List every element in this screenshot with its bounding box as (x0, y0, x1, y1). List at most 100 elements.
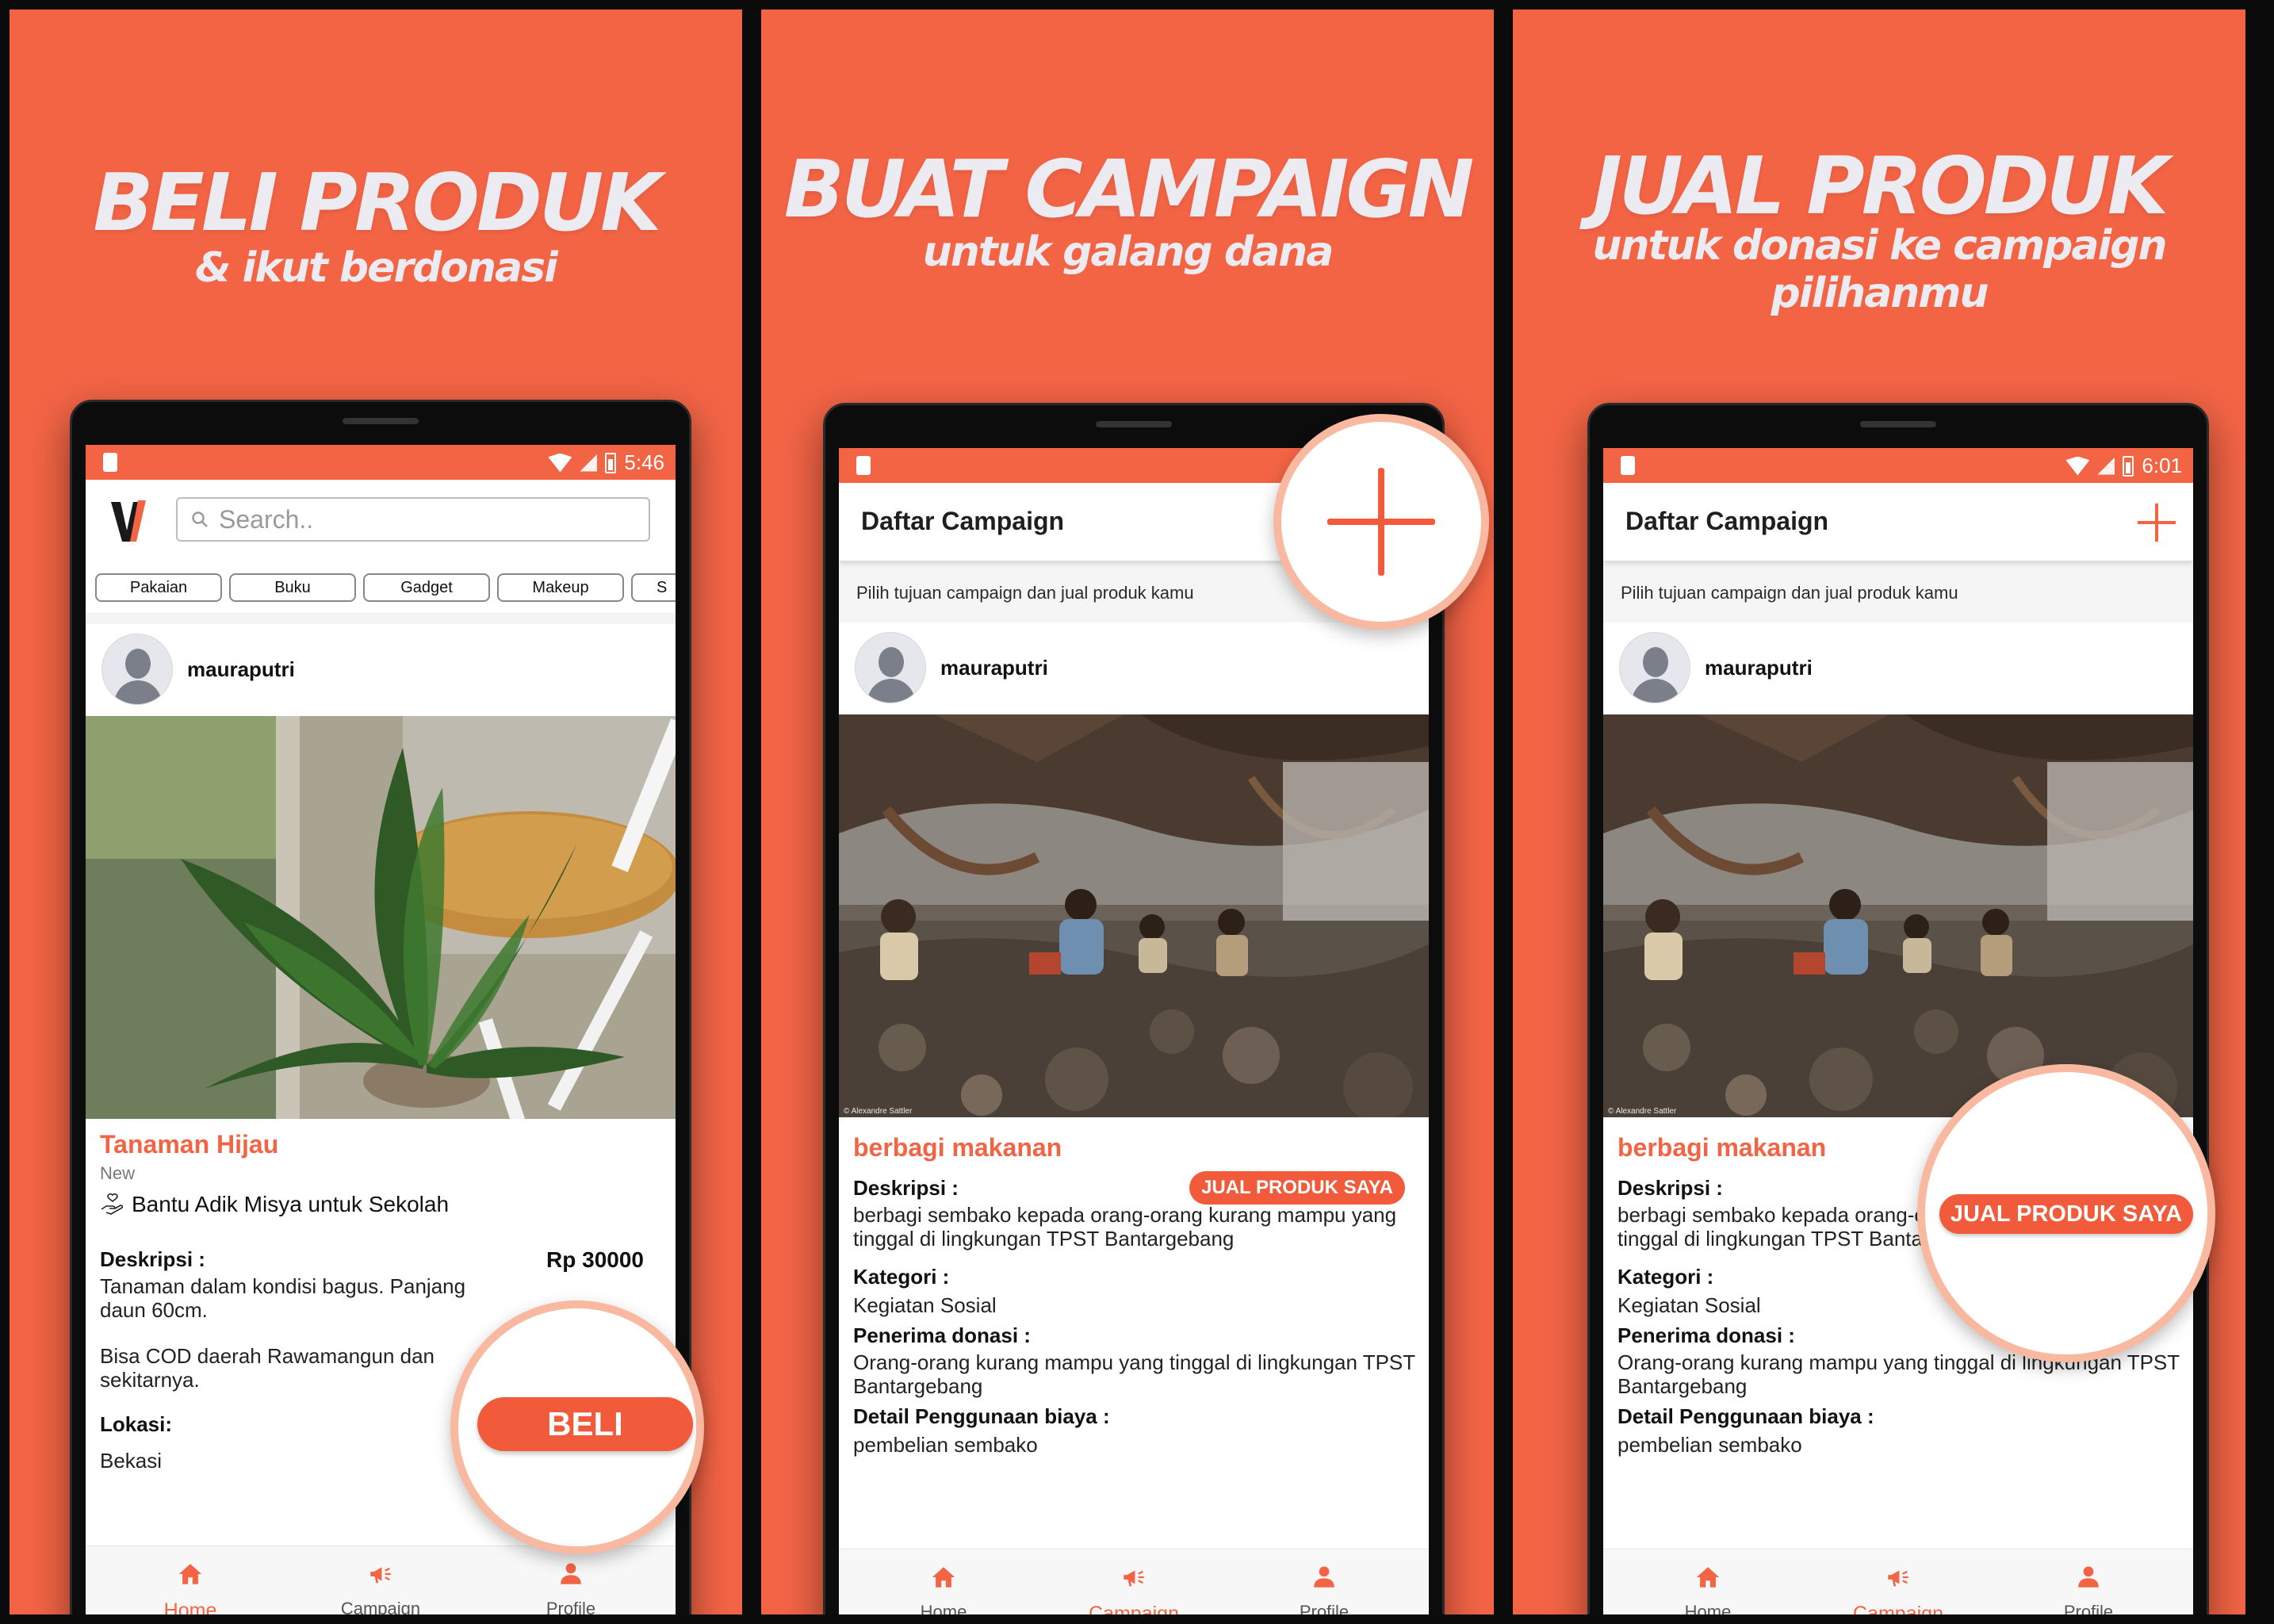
nav-profile[interactable]: Profile (507, 1561, 634, 1614)
magnifier-sell: JUAL PRODUK SAYA (1917, 1064, 2215, 1362)
nav-campaign-label: Campaign (1853, 1603, 1943, 1614)
product-title: Tanaman Hijau (100, 1130, 279, 1159)
usage-label: Detail Penggunaan biaya : (853, 1404, 1110, 1428)
magnifier-add (1273, 414, 1489, 630)
phone-frame: 6:01 Daftar Campaign Pilih tujuan campai… (1587, 403, 2209, 1614)
phone-speaker (343, 418, 419, 424)
nav-profile-label: Profile (546, 1599, 596, 1614)
nav-home-label: Home (920, 1602, 967, 1614)
wifi-icon (548, 453, 572, 473)
headline: BUAT CAMPAIGN (783, 143, 1475, 236)
recipient-line: Bantargebang (1617, 1374, 1748, 1398)
person-icon (557, 1561, 585, 1588)
nav-profile[interactable]: Profile (2025, 1564, 2152, 1614)
description-line: tinggal di lingkungan TPST Bantargebang (853, 1227, 1235, 1251)
description-label: Deskripsi : (100, 1247, 205, 1271)
plus-icon[interactable] (2138, 504, 2176, 542)
status-clock: 6:01 (2142, 454, 2182, 477)
phone-speaker (1860, 421, 1936, 427)
buy-button[interactable]: BELI (477, 1397, 693, 1451)
campaign-owner-row[interactable]: mauraputri (839, 622, 1429, 714)
usage-value: pembelian sembako (1617, 1433, 1802, 1457)
status-clock: 5:46 (624, 450, 664, 474)
campaign-owner-row[interactable]: mauraputri (1603, 622, 2193, 714)
campaign-photo[interactable]: © Alexandre Sattler (1603, 714, 2193, 1117)
signal-icon (580, 454, 598, 472)
campaign-title: berbagi makanan (853, 1133, 1062, 1162)
donation-campaign-label: Bantu Adik Misya untuk Sekolah (132, 1192, 450, 1216)
nav-home[interactable]: Home (880, 1564, 1007, 1614)
donation-campaign[interactable]: Bantu Adik Misya untuk Sekolah (100, 1192, 449, 1217)
sd-card-icon (1621, 456, 1635, 475)
description-line: sekitarnya. (100, 1368, 200, 1392)
headline: BELI PRODUK (93, 156, 661, 249)
usage-value: pembelian sembako (853, 1433, 1038, 1457)
search-box[interactable] (176, 497, 650, 542)
campaign-title: berbagi makanan (1617, 1133, 1827, 1162)
status-bar: 6:01 (1603, 448, 2193, 483)
chip-pakaian[interactable]: Pakaian (95, 573, 222, 602)
battery-icon (605, 452, 617, 473)
bottom-nav: Home Campaign Profile (839, 1549, 1429, 1614)
person-icon (2074, 1564, 2103, 1591)
category-chips: Pakaian Buku Gadget Makeup S (86, 564, 676, 613)
sell-product-button[interactable]: JUAL PRODUK SAYA (1939, 1194, 2193, 1234)
add-campaign-button[interactable] (1327, 468, 1435, 576)
category-label: Kategori : (1617, 1265, 1714, 1289)
chip-buku[interactable]: Buku (229, 573, 356, 602)
nav-campaign[interactable]: Campaign (1070, 1564, 1197, 1614)
battery-icon (2123, 455, 2134, 477)
seller-username: mauraputri (187, 657, 295, 681)
megaphone-icon (1884, 1564, 1912, 1591)
headline: JUAL PRODUK (1592, 140, 2169, 232)
chip-makeup[interactable]: Makeup (497, 573, 624, 602)
seller-row[interactable]: mauraputri (86, 624, 676, 716)
page-title: Daftar Campaign (1625, 507, 1829, 535)
chip-partial[interactable]: S (631, 573, 676, 602)
nav-profile-label: Profile (1299, 1602, 1349, 1614)
recipient-label: Penerima donasi : (853, 1323, 1031, 1347)
category-value: Kegiatan Sosial (1617, 1293, 1761, 1317)
nav-campaign[interactable]: Campaign (317, 1561, 444, 1614)
category-label: Kategori : (853, 1265, 950, 1289)
category-value: Kegiatan Sosial (853, 1293, 997, 1317)
recipient-line: Orang-orang kurang mampu yang tinggal di… (853, 1350, 1416, 1374)
nav-profile[interactable]: Profile (1261, 1564, 1388, 1614)
photo-credit: © Alexandre Sattler (1608, 1107, 1677, 1116)
description-line: berbagi sembako kepada orang-orang kuran… (853, 1203, 1397, 1227)
description-line: Tanaman dalam kondisi bagus. Panjang (100, 1274, 466, 1298)
megaphone-icon (1120, 1564, 1148, 1591)
recipient-line: Bantargebang (853, 1374, 983, 1398)
nav-campaign-label: Campaign (340, 1599, 421, 1614)
home-icon (929, 1564, 958, 1591)
product-price: Rp 30000 (546, 1247, 644, 1272)
nav-home[interactable]: Home (127, 1561, 254, 1614)
sd-card-icon (103, 453, 117, 472)
panel-buy-product: BELI PRODUK & ikut berdonasi 5:46 Search… (10, 10, 742, 1614)
product-photo[interactable] (86, 716, 676, 1119)
location-value: Bekasi (100, 1449, 163, 1473)
chip-gadget[interactable]: Gadget (363, 573, 490, 602)
nav-home-label: Home (1684, 1602, 1732, 1614)
bottom-nav: Home Campaign Profile (86, 1545, 676, 1614)
description-line: daun 60cm. (100, 1298, 208, 1322)
search-input[interactable] (219, 504, 631, 534)
hint-text: Pilih tujuan campaign dan jual produk ka… (1603, 561, 2193, 622)
campaign-photo[interactable]: © Alexandre Sattler (839, 714, 1429, 1117)
phone-screen: 6:01 Daftar Campaign Pilih tujuan campai… (1603, 448, 2193, 1614)
hand-heart-icon (101, 1193, 124, 1215)
megaphone-icon (366, 1561, 395, 1588)
description-line: Bisa COD daerah Rawamangun dan (100, 1344, 435, 1368)
nav-campaign[interactable]: Campaign (1835, 1564, 1962, 1614)
subheadline: & ikut berdonasi (195, 244, 558, 292)
nav-home[interactable]: Home (1644, 1564, 1771, 1614)
usage-label: Detail Penggunaan biaya : (1617, 1404, 1874, 1428)
bottom-nav: Home Campaign Profile (1603, 1549, 2193, 1614)
subheadline: untuk donasi ke campaign pilihanmu (1592, 222, 2167, 317)
sell-product-button[interactable]: JUAL PRODUK SAYA (1189, 1171, 1405, 1205)
home-icon (1694, 1564, 1722, 1591)
subheadline: untuk galang dana (922, 228, 1334, 276)
app-logo[interactable] (109, 497, 147, 545)
nav-home-label: Home (163, 1599, 217, 1614)
description-label: Deskripsi : (1617, 1176, 1723, 1200)
